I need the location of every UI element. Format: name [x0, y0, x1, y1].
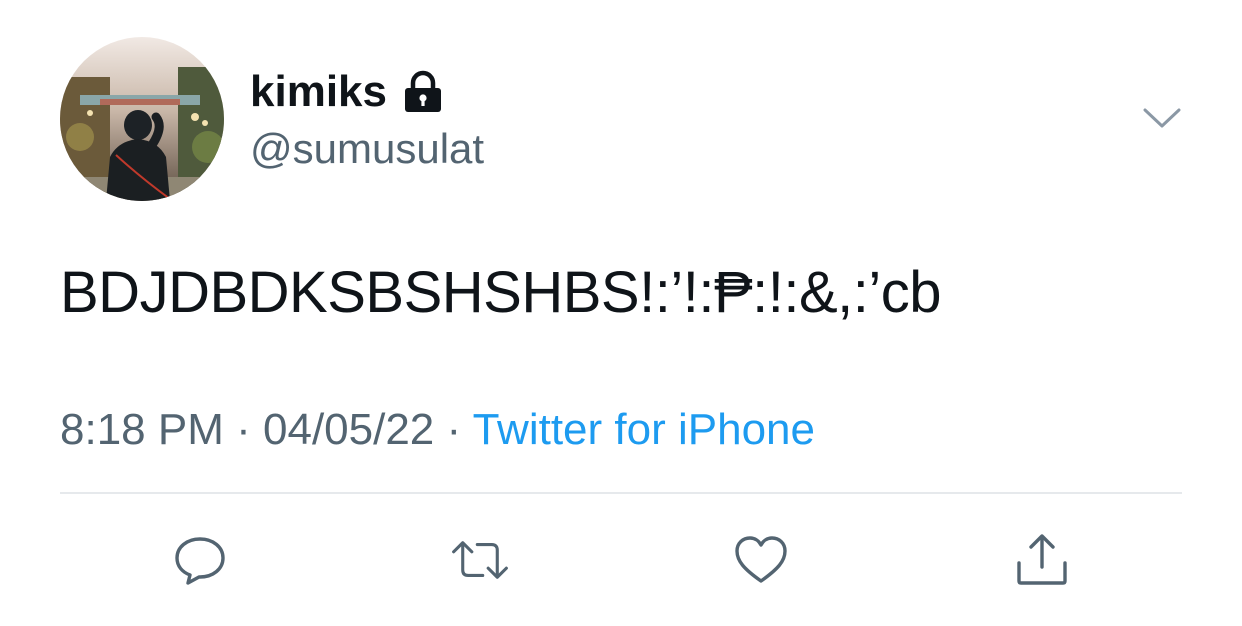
heart-icon: [735, 536, 787, 583]
retweet-button[interactable]: [450, 530, 510, 590]
share-icon: [1017, 534, 1067, 585]
reply-icon: [175, 537, 225, 585]
user-name-row: kimiks: [250, 66, 445, 118]
share-button[interactable]: [1012, 530, 1072, 590]
tweet-meta: 8:18 PM · 04/05/22 · Twitter for iPhone: [60, 404, 815, 456]
meta-separator: ·: [236, 405, 251, 454]
user-handle[interactable]: @sumusulat: [250, 124, 484, 174]
tweet-card: kimiks @sumusulat BDJDBDKSBSHSHBS!:’!:₱:…: [0, 0, 1242, 626]
avatar-photo: [60, 37, 224, 201]
lock-icon: [401, 70, 445, 114]
tweet-date[interactable]: 04/05/22: [263, 405, 434, 454]
like-button[interactable]: [731, 530, 791, 590]
divider: [60, 492, 1182, 494]
tweet-text: BDJDBDKSBSHSHBS!:’!:₱:!:&,:’cb: [60, 260, 942, 325]
meta-separator: ·: [446, 405, 462, 454]
avatar[interactable]: [60, 37, 224, 201]
display-name[interactable]: kimiks: [250, 66, 387, 118]
retweet-icon: [452, 541, 508, 579]
tweet-time[interactable]: 8:18 PM: [60, 405, 224, 454]
reply-button[interactable]: [170, 530, 230, 590]
tweet-source[interactable]: Twitter for iPhone: [473, 405, 815, 454]
chevron-down-icon[interactable]: [1140, 100, 1184, 136]
